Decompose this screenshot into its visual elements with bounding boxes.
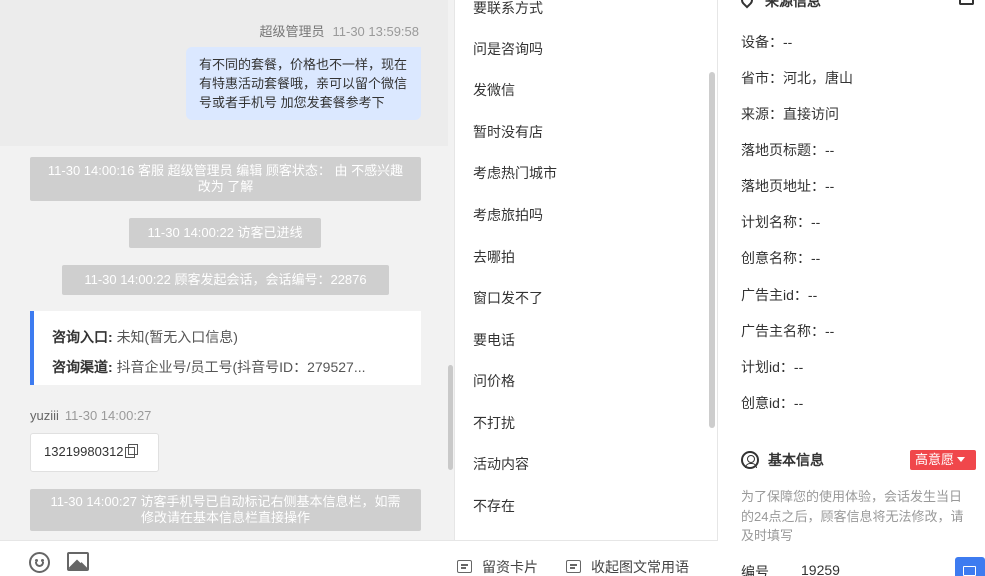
consult-entry-value: 未知(暂无入口信息) <box>116 329 238 345</box>
info-value: 河北，唐山 <box>783 70 853 86</box>
input-toolbar: 留资卡片 收起图文常用语 <box>0 540 718 576</box>
basic-info-title: 基本信息 <box>768 452 824 468</box>
shirt-icon[interactable] <box>959 0 974 5</box>
info-label: 设备： <box>741 34 783 50</box>
source-info-title: 来源信息 <box>765 0 821 9</box>
info-row-device: 设备：-- <box>741 32 792 52</box>
quick-reply-item[interactable]: 不存在 <box>473 496 515 516</box>
quick-reply-item[interactable]: 去哪拍 <box>473 247 515 267</box>
basic-info-header: 基本信息 <box>741 450 824 470</box>
info-label: 来源： <box>741 106 783 122</box>
info-label: 落地页标题： <box>741 142 825 158</box>
info-row-plan-name: 计划名称：-- <box>741 212 820 232</box>
image-icon[interactable] <box>67 552 89 571</box>
quick-reply-list[interactable]: 要联系方式 问是咨询吗 发微信 暂时没有店 考虑热门城市 考虑旅拍吗 去哪拍 窗… <box>456 0 718 540</box>
info-value: -- <box>807 287 818 303</box>
system-message-visitor-joined: 11-30 14:00:22 访客已进线 <box>129 218 321 248</box>
info-value: -- <box>825 142 835 158</box>
quick-reply-item[interactable]: 窗口发不了 <box>473 288 543 308</box>
consult-entry-row: 咨询入口: 未知(暂无入口信息) <box>52 322 403 352</box>
quick-reply-item[interactable]: 活动内容 <box>473 454 529 474</box>
info-value: -- <box>793 359 804 375</box>
agent-message-bubble: 有不同的套餐，价格也不一样，现在有特惠活动套餐哦，亲可以留个微信号或者手机号 加… <box>186 47 421 120</box>
info-value: -- <box>811 214 821 230</box>
consult-source-card: 咨询入口: 未知(暂无入口信息) 咨询渠道: 抖音企业号/员工号(抖音号ID：2… <box>30 311 421 385</box>
customer-number-label: 编号 <box>741 564 769 576</box>
info-row-creative-id: 创意id：-- <box>741 393 803 413</box>
visitor-message-bubble: 13219980312 <box>30 433 159 472</box>
message-icon <box>963 566 976 576</box>
intent-level-label: 高意愿 <box>915 452 955 467</box>
agent-message-meta: 超级管理员 11-30 13:59:58 <box>259 21 419 40</box>
collapse-phrases-label: 收起图文常用语 <box>591 559 689 575</box>
quick-reply-item[interactable]: 问是咨询吗 <box>473 39 543 59</box>
customer-number-value: 19259 <box>801 562 840 576</box>
info-row-landing-title: 落地页标题：-- <box>741 140 834 160</box>
chat-scrollbar[interactable] <box>448 365 453 470</box>
location-icon <box>738 0 756 9</box>
system-message-status-change: 11-30 14:00:16 客服 超级管理员 编辑 顾客状态： 由 不感兴趣 … <box>30 157 421 201</box>
visitor-name: yuziii <box>30 408 59 423</box>
info-label: 创意id： <box>741 395 794 411</box>
info-row-landing-url: 落地页地址：-- <box>741 176 834 196</box>
info-row-creative-name: 创意名称：-- <box>741 248 820 268</box>
info-value: -- <box>793 395 804 411</box>
card-icon <box>457 560 472 573</box>
quick-reply-item[interactable]: 考虑热门城市 <box>473 163 557 183</box>
copy-icon[interactable] <box>124 444 138 458</box>
consult-channel-row: 咨询渠道: 抖音企业号/员工号(抖音号ID：279527... <box>52 352 403 382</box>
info-value: 直接访问 <box>783 106 839 122</box>
quick-reply-item[interactable]: 要联系方式 <box>473 0 543 18</box>
quick-reply-item[interactable]: 问价格 <box>473 371 515 391</box>
chat-history[interactable]: 超级管理员 11-30 13:59:58 有不同的套餐，价格也不一样，现在有特惠活… <box>0 0 455 540</box>
user-icon <box>741 451 759 469</box>
lead-card-button[interactable]: 留资卡片 <box>457 557 538 576</box>
system-message-session-start: 11-30 14:00:22 顾客发起会话，会话编号：22876 <box>62 265 389 295</box>
quick-reply-item[interactable]: 不打扰 <box>473 413 515 433</box>
consult-entry-label: 咨询入口: <box>52 329 113 345</box>
info-label: 省市： <box>741 70 783 86</box>
info-label: 广告主名称： <box>741 323 825 339</box>
quick-reply-item[interactable]: 要电话 <box>473 330 515 350</box>
info-label: 落地页地址： <box>741 178 825 194</box>
info-row-plan-id: 计划id：-- <box>741 357 803 377</box>
collapse-phrases-button[interactable]: 收起图文常用语 <box>566 557 689 576</box>
emoji-icon[interactable] <box>29 552 50 573</box>
visitor-message-time: 11-30 14:00:27 <box>64 408 152 423</box>
info-row-source: 来源：直接访问 <box>741 104 839 124</box>
customer-info-panel: 来源信息 设备：-- 省市：河北，唐山 来源：直接访问 落地页标题：-- 落地页… <box>719 0 985 576</box>
info-label: 广告主id： <box>741 287 808 303</box>
caret-down-icon <box>957 457 966 462</box>
consult-channel-value: 抖音企业号/员工号(抖音号ID：279527... <box>116 359 366 375</box>
quick-reply-item[interactable]: 考虑旅拍吗 <box>473 205 543 225</box>
info-value: -- <box>825 178 835 194</box>
info-row-city: 省市：河北，唐山 <box>741 68 853 88</box>
info-row-advertiser-id: 广告主id：-- <box>741 285 817 305</box>
info-label: 创意名称： <box>741 250 811 266</box>
consult-channel-label: 咨询渠道: <box>52 359 113 375</box>
info-row-advertiser-name: 广告主名称：-- <box>741 321 834 341</box>
lead-card-label: 留资卡片 <box>482 559 538 575</box>
quick-reply-item[interactable]: 暂时没有店 <box>473 122 543 142</box>
agent-message-time: 11-30 13:59:58 <box>332 24 420 39</box>
chat-workspace: 超级管理员 11-30 13:59:58 有不同的套餐，价格也不一样，现在有特惠活… <box>0 0 985 576</box>
agent-name: 超级管理员 <box>259 24 325 39</box>
info-label: 计划id： <box>741 359 794 375</box>
intent-level-dropdown[interactable]: 高意愿 <box>910 450 976 470</box>
phrases-icon <box>566 560 581 573</box>
info-value: -- <box>825 323 835 339</box>
quick-reply-scrollbar[interactable] <box>709 72 715 428</box>
info-label: 计划名称： <box>741 214 811 230</box>
system-message-phone-marked: 11-30 14:00:27 访客手机号已自动标记右侧基本信息栏，如需修改请在基… <box>30 489 421 531</box>
visitor-phone-text: 13219980312 <box>44 444 124 459</box>
visitor-message-meta: yuziii 11-30 14:00:27 <box>30 408 151 423</box>
source-info-header: 来源信息 <box>738 0 821 11</box>
quick-reply-item[interactable]: 发微信 <box>473 80 515 100</box>
edit-deadline-notice: 为了保障您的使用体验，会话发生当日的24点之后，顾客信息将无法修改，请及时填写 <box>741 489 964 543</box>
info-value: -- <box>811 250 821 266</box>
message-icon-button[interactable] <box>955 557 985 576</box>
info-value: -- <box>783 34 793 50</box>
